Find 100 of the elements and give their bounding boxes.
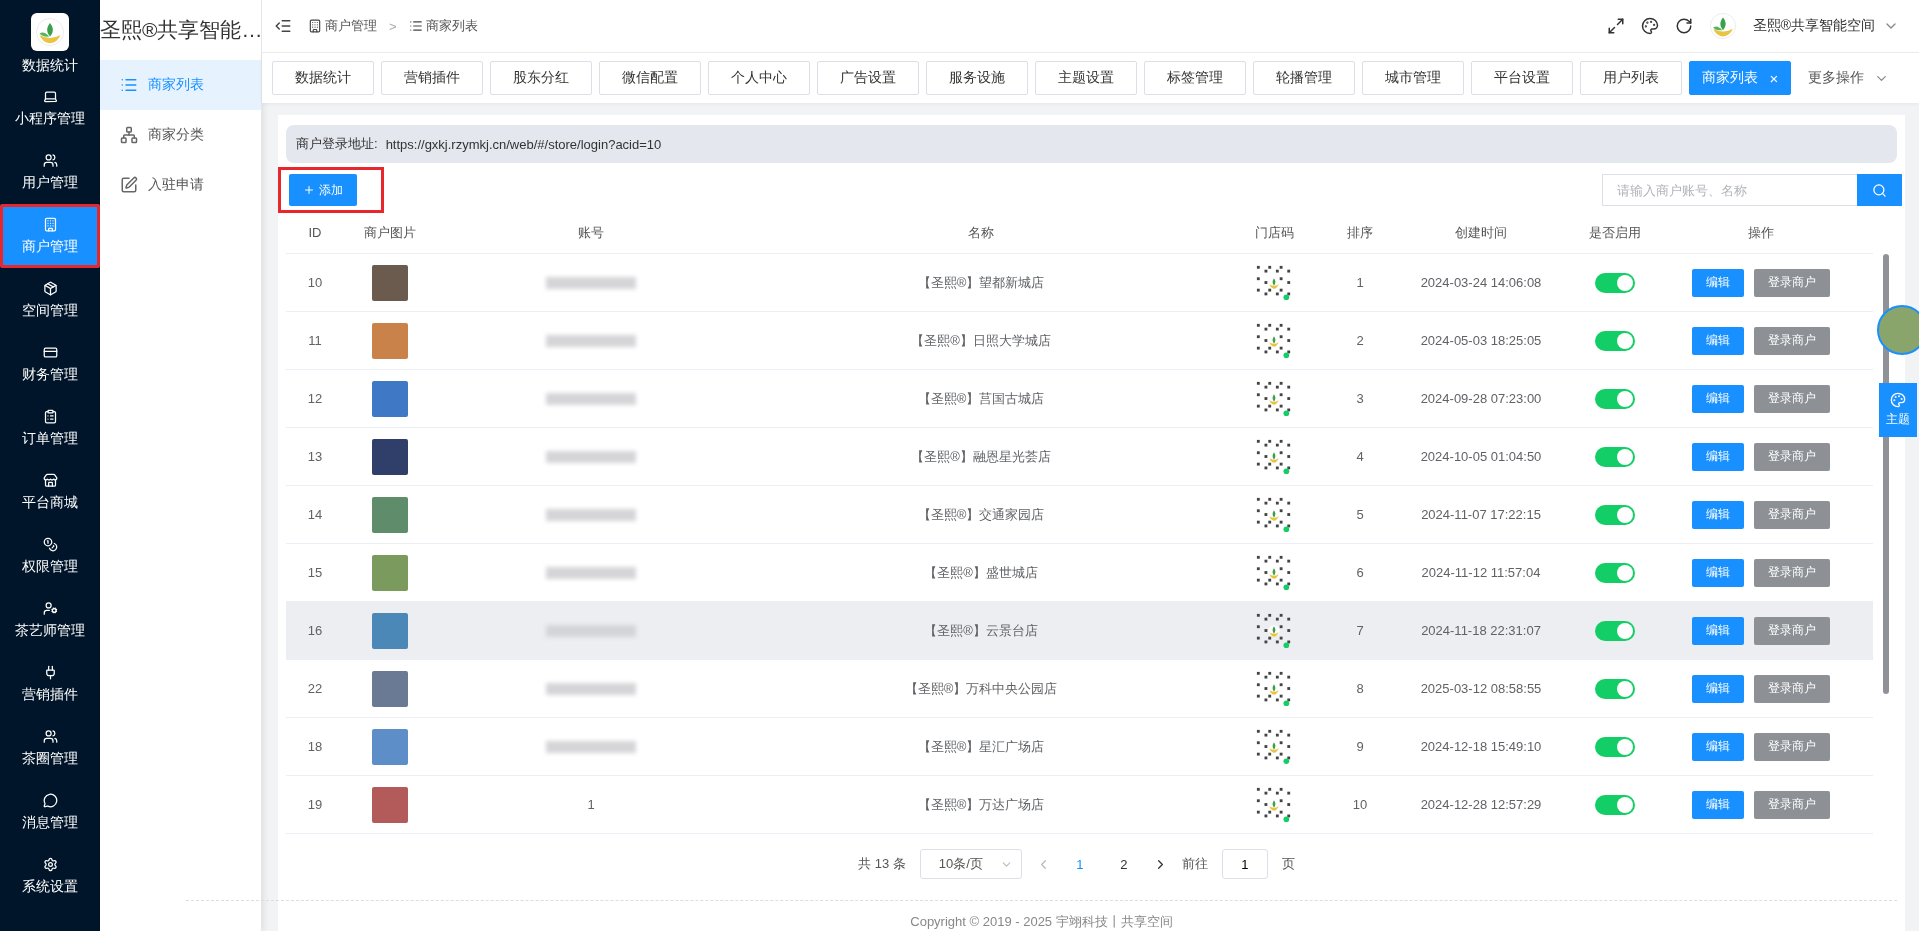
sidebar-item[interactable]: 消息管理	[0, 780, 100, 844]
sidebar-item[interactable]: 订单管理	[0, 396, 100, 460]
sidebar-item[interactable]: 用户管理	[0, 140, 100, 204]
breadcrumb-item[interactable]: 商家列表	[408, 17, 478, 36]
qr-code-drawing	[1255, 611, 1293, 650]
tab[interactable]: 广告设置	[817, 61, 919, 96]
toggle-switch[interactable]	[1595, 330, 1635, 351]
avatar-logo-icon	[1708, 12, 1737, 41]
photo-placeholder	[372, 380, 408, 417]
qr-code-drawing	[1255, 437, 1293, 476]
toggle-switch[interactable]	[1595, 620, 1635, 641]
table-cell: 3	[1356, 391, 1364, 406]
more-dropdown[interactable]: 更多操作	[1808, 69, 1889, 88]
search-button[interactable]	[1857, 174, 1902, 206]
box-icon	[42, 280, 58, 296]
sidebar-item[interactable]: 平台商城	[0, 460, 100, 524]
table-cell: 19	[307, 797, 323, 812]
tab[interactable]: 城市管理	[1362, 61, 1464, 96]
photo-placeholder	[372, 612, 408, 649]
search-field[interactable]: 请输入商户账号、名称	[1602, 174, 1857, 206]
photo-placeholder	[372, 786, 408, 823]
total-count: 共 13 条	[858, 855, 906, 873]
tab[interactable]: 轮播管理	[1253, 61, 1355, 96]
tab[interactable]: 营销插件	[381, 61, 483, 96]
page-suffix: 页	[1281, 855, 1295, 873]
table-cell: 【圣熙®】云景台店	[924, 621, 1038, 640]
submenu-item[interactable]: 商家分类	[100, 110, 261, 160]
qr-code-drawing	[1255, 553, 1293, 592]
sidebar-item[interactable]: 权限管理	[0, 524, 100, 588]
column-header: 排序	[1346, 223, 1374, 242]
users-icon	[42, 152, 58, 168]
user-gear-icon	[42, 600, 58, 616]
toggle-switch[interactable]	[1595, 678, 1635, 699]
photo-placeholder	[372, 554, 408, 591]
table-cell: 【圣熙®】盛世城店	[924, 563, 1038, 582]
toggle-switch[interactable]	[1595, 736, 1635, 757]
toggle-switch[interactable]	[1595, 562, 1635, 583]
column-header: 是否启用	[1588, 223, 1642, 242]
table-cell: 4	[1356, 449, 1364, 464]
edit-icon	[120, 176, 138, 194]
refresh-icon[interactable]	[1674, 17, 1693, 36]
column-header: 操作	[1747, 223, 1775, 242]
login-address-label: 商户登录地址:	[296, 135, 378, 153]
tab[interactable]: 股东分红	[490, 61, 592, 96]
sidebar-item[interactable]: 茶艺师管理	[0, 588, 100, 652]
sidebar-item[interactable]: 茶圈管理	[0, 716, 100, 780]
table-cell: 2024-11-12 11:57:04	[1421, 565, 1541, 580]
copyright-text: Copyright © 2019 - 2025 宇翊科技丨共享空间	[186, 900, 1897, 931]
table-cell: 【圣熙®】万达广场店	[917, 795, 1045, 814]
user-name[interactable]: 圣熙®共享智能空间	[1752, 17, 1875, 36]
tab[interactable]: 个人中心	[708, 61, 810, 96]
goto-page-field[interactable]: 1	[1221, 849, 1268, 879]
table-cell: 2024-10-05 01:04:50	[1420, 449, 1542, 464]
column-header: 门店码	[1253, 223, 1295, 242]
sidebar-item[interactable]: 数据统计	[0, 12, 100, 76]
chat-icon	[42, 792, 58, 808]
table-cell: 2024-05-03 18:25:05	[1420, 333, 1542, 348]
photo-placeholder	[372, 438, 408, 475]
toggle-switch[interactable]	[1595, 446, 1635, 467]
table-cell: 2024-12-18 15:49:10	[1420, 739, 1542, 754]
tab[interactable]: 主题设置	[1035, 61, 1137, 96]
search-icon	[1872, 182, 1887, 198]
tab[interactable]: 微信配置	[599, 61, 701, 96]
submenu-item[interactable]: 入驻申请	[100, 160, 261, 210]
sidebar-item[interactable]: 空间管理	[0, 268, 100, 332]
tab[interactable]: 标签管理	[1144, 61, 1246, 96]
table-cell: 13	[307, 449, 323, 464]
sidebar-item[interactable]: 财务管理	[0, 332, 100, 396]
qr-code-drawing	[1255, 321, 1293, 360]
qr-code-drawing	[1255, 379, 1293, 418]
breadcrumb-separator: >	[389, 18, 397, 34]
toggle-switch[interactable]	[1595, 504, 1635, 525]
tab[interactable]: 平台设置	[1471, 61, 1573, 96]
toggle-switch[interactable]	[1595, 272, 1635, 293]
table-cell: 2024-11-07 17:22:15	[1421, 507, 1541, 522]
table-cell: 2	[1356, 333, 1364, 348]
sidebar-item[interactable]: 系统设置	[0, 844, 100, 908]
table-cell: 2024-09-28 07:23:00	[1420, 391, 1542, 406]
toggle-switch[interactable]	[1595, 794, 1635, 815]
sidebar-item[interactable]: 小程序管理	[0, 76, 100, 140]
page-number[interactable]: 2	[1108, 856, 1139, 872]
table-cell: 2024-11-18 22:31:07	[1421, 623, 1541, 638]
sidebar-item[interactable]: 营销插件	[0, 652, 100, 716]
table-row[interactable]: 16 【圣熙®】云景台店 7 2024-11-18 22:31:07 编辑 登录商户	[286, 602, 1873, 660]
login-address-url: https://gxkj.rzymkj.cn/web/#/store/login?acid=10	[385, 136, 662, 152]
table-cell: 22	[307, 681, 323, 696]
fullscreen-icon[interactable]	[1606, 17, 1625, 36]
page-size-select[interactable]: 10条/页	[919, 849, 1022, 879]
table-cell: 7	[1356, 623, 1364, 638]
building-icon	[42, 216, 58, 232]
table-cell: 1	[1356, 275, 1364, 290]
tab[interactable]: 用户列表	[1580, 61, 1682, 96]
palette-icon[interactable]	[1640, 17, 1659, 36]
breadcrumb-item[interactable]: 商户管理	[308, 17, 377, 36]
table-cell: 2025-03-12 08:58:55	[1420, 681, 1542, 696]
toggle-switch[interactable]	[1595, 388, 1635, 409]
tab[interactable]: 服务设施	[926, 61, 1028, 96]
table-cell: 2024-12-28 12:57:29	[1420, 797, 1542, 812]
users-icon	[42, 728, 58, 744]
tab[interactable]: 数据统计	[272, 61, 374, 96]
